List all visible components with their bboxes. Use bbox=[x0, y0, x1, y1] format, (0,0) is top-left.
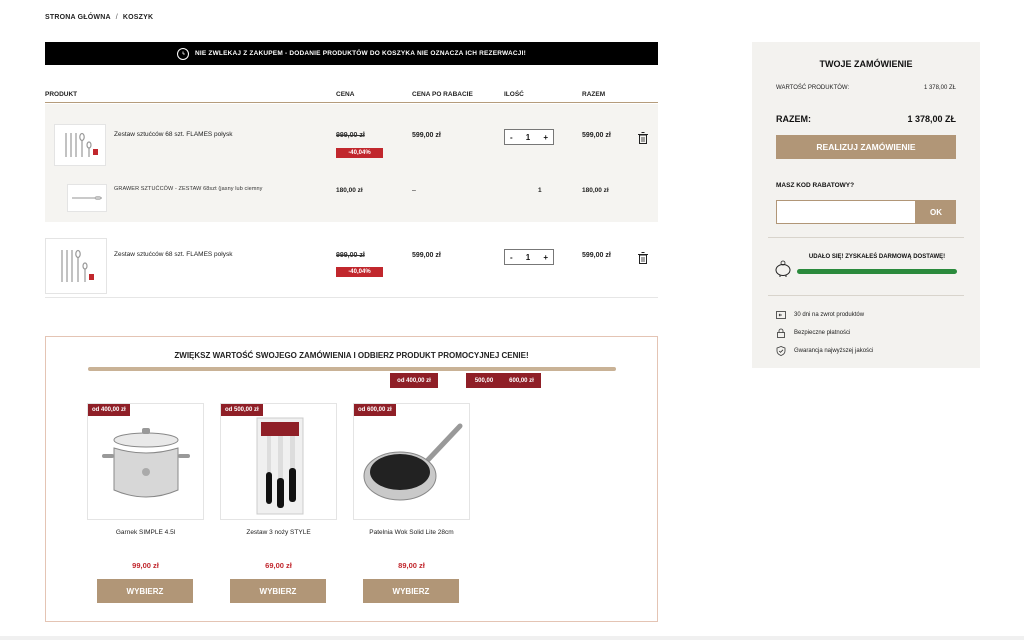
product-thumbnail[interactable] bbox=[54, 124, 106, 166]
qty-plus-button[interactable]: + bbox=[543, 253, 548, 262]
promo-product-price: 99,00 zł bbox=[132, 561, 159, 570]
coupon-input[interactable] bbox=[776, 200, 916, 224]
breadcrumb-current: KOSZYK bbox=[122, 14, 154, 21]
threshold-marker-500: 500,00 bbox=[466, 373, 502, 388]
discount-badge: -40,04% bbox=[336, 267, 383, 277]
cutlery-image bbox=[65, 132, 98, 157]
order-summary: TWOJE ZAMÓWIENIE WARTOŚĆ PRODUKTÓW: 1 37… bbox=[752, 42, 980, 368]
shield-check-icon bbox=[776, 346, 786, 356]
promo-product-price: 89,00 zł bbox=[398, 561, 425, 570]
promo-progress-bar bbox=[88, 367, 616, 371]
promo-title: ZWIĘKSZ WARTOŚĆ SWOJEGO ZAMÓWIENIA I ODB… bbox=[174, 351, 529, 360]
quantity-stepper: - 1 + bbox=[504, 129, 554, 145]
engraving-name: GRAWER SZTUĆCÓW - ZESTAW 68szt (jasny lu… bbox=[114, 186, 263, 192]
promo-threshold-badge: od 500,00 zł bbox=[221, 404, 263, 416]
header-total: RAZEM bbox=[582, 91, 606, 98]
coupon-label: MASZ KOD RABATOWY? bbox=[776, 182, 855, 189]
promo-section: ZWIĘKSZ WARTOŚĆ SWOJEGO ZAMÓWIENIA I ODB… bbox=[45, 336, 658, 622]
feature-quality-guarantee-text: Gwarancja najwyższej jakości bbox=[794, 348, 874, 354]
cart-item-discount-price: 599,00 zł bbox=[412, 252, 441, 259]
breadcrumb-home[interactable]: STRONA GŁÓWNA bbox=[45, 14, 111, 21]
wok-image bbox=[363, 423, 463, 501]
engraving-thumbnail bbox=[67, 184, 107, 212]
promo-threshold-badge: od 600,00 zł bbox=[354, 404, 396, 416]
footer-divider bbox=[0, 636, 1024, 640]
engraving-price: 180,00 zł bbox=[336, 187, 363, 194]
feature-quality-guarantee: Gwarancja najwyższej jakości bbox=[776, 346, 873, 356]
engraving-discount-price: – bbox=[412, 187, 416, 194]
lock-icon bbox=[777, 328, 785, 338]
free-shipping-text: UDAŁO SIĘ! ZYSKAŁEŚ DARMOWĄ DOSTAWĘ! bbox=[808, 254, 946, 260]
promo-threshold-badge: od 400,00 zł bbox=[88, 404, 130, 416]
cart-item-old-price: 999,00 zł bbox=[336, 252, 365, 259]
header-price: CENA bbox=[336, 91, 355, 98]
discount-badge: -40,04% bbox=[336, 148, 383, 158]
products-value-label: WARTOŚĆ PRODUKTÓW: bbox=[776, 85, 850, 91]
engraving-qty: 1 bbox=[538, 187, 542, 194]
coupon-submit-button[interactable]: OK bbox=[916, 200, 956, 224]
qty-minus-button[interactable]: - bbox=[510, 253, 513, 262]
threshold-marker-600: 600,00 zł bbox=[502, 373, 541, 388]
cart-item-group: Zestaw sztućców 68 szt. FLAMES połysk 99… bbox=[45, 104, 658, 222]
summary-title: TWOJE ZAMÓWIENIE bbox=[819, 59, 913, 69]
feature-returns-text: 30 dni na zwrot produktów bbox=[794, 312, 865, 318]
pot-image bbox=[102, 428, 190, 498]
header-qty: ILOŚĆ bbox=[504, 91, 524, 98]
total-row: RAZEM: 1 378,00 ZŁ bbox=[776, 114, 956, 124]
cart-item-name[interactable]: Zestaw sztućców 68 szt. FLAMES połysk bbox=[114, 131, 232, 138]
promo-product-name[interactable]: Zestaw 3 noży STYLE bbox=[220, 529, 337, 536]
engraving-total: 180,00 zł bbox=[582, 187, 609, 194]
place-order-button[interactable]: REALIZUJ ZAMÓWIENIE bbox=[776, 135, 956, 159]
total-label: RAZEM: bbox=[776, 114, 811, 124]
qty-value[interactable]: 1 bbox=[526, 133, 530, 142]
cart-item-discount-price: 599,00 zł bbox=[412, 132, 441, 139]
free-shipping-progress-bar bbox=[797, 269, 957, 274]
cart-item-old-price: 999,00 zł bbox=[336, 132, 365, 139]
header-product: PRODUKT bbox=[45, 91, 78, 98]
promo-product-card[interactable]: od 500,00 zł bbox=[220, 403, 337, 520]
feature-secure-payments: Bezpieczne płatności bbox=[776, 328, 850, 338]
choose-button[interactable]: WYBIERZ bbox=[97, 579, 193, 603]
promo-product-card[interactable]: od 400,00 zł bbox=[87, 403, 204, 520]
header-discount-price: CENA PO RABACIE bbox=[412, 91, 473, 98]
products-value-row: WARTOŚĆ PRODUKTÓW: 1 378,00 ZŁ bbox=[776, 85, 956, 91]
qty-minus-button[interactable]: - bbox=[510, 133, 513, 142]
divider bbox=[768, 295, 964, 296]
promo-product-card[interactable]: od 600,00 zł bbox=[353, 403, 470, 520]
cart-item-name[interactable]: Zestaw sztućców 68 szt. FLAMES połysk bbox=[114, 251, 232, 258]
trash-icon[interactable] bbox=[638, 252, 648, 264]
qty-plus-button[interactable]: + bbox=[543, 133, 548, 142]
breadcrumb: STRONA GŁÓWNA / KOSZYK bbox=[45, 14, 153, 21]
cutlery-image bbox=[61, 249, 94, 282]
feature-secure-payments-text: Bezpieczne płatności bbox=[794, 330, 851, 336]
qty-value[interactable]: 1 bbox=[526, 253, 530, 262]
breadcrumb-separator: / bbox=[115, 14, 118, 21]
engraved-cutlery-image bbox=[72, 196, 102, 201]
feature-returns: 30 dni na zwrot produktów bbox=[776, 310, 864, 320]
products-value: 1 378,00 ZŁ bbox=[923, 85, 956, 91]
promo-product-price: 69,00 zł bbox=[265, 561, 292, 570]
threshold-marker-400: od 400,00 zł bbox=[390, 373, 438, 388]
reservation-banner: NIE ZWLEKAJ Z ZAKUPEM - DODANIE PRODUKTÓ… bbox=[45, 42, 658, 65]
cart-item-total: 599,00 zł bbox=[582, 132, 611, 139]
promo-product-name[interactable]: Patelnia Wok Solid Lite 28cm bbox=[353, 529, 470, 536]
divider bbox=[768, 237, 964, 238]
cart-item-total: 599,00 zł bbox=[582, 252, 611, 259]
choose-button[interactable]: WYBIERZ bbox=[363, 579, 459, 603]
banner-text: NIE ZWLEKAJ Z ZAKUPEM - DODANIE PRODUKTÓ… bbox=[194, 50, 526, 57]
promo-product-name[interactable]: Garnek SIMPLE 4.5l bbox=[87, 529, 204, 536]
piggy-bank-icon bbox=[775, 260, 791, 277]
clock-icon bbox=[176, 47, 189, 60]
choose-button[interactable]: WYBIERZ bbox=[230, 579, 326, 603]
cart-table-header: PRODUKT CENA CENA PO RABACIE ILOŚĆ RAZEM bbox=[45, 90, 658, 103]
trash-icon[interactable] bbox=[638, 132, 648, 144]
quantity-stepper: - 1 + bbox=[504, 249, 554, 265]
product-thumbnail[interactable] bbox=[45, 238, 107, 294]
knives-image bbox=[256, 417, 304, 515]
cart-item: Zestaw sztućców 68 szt. FLAMES połysk 99… bbox=[45, 232, 658, 298]
return-icon bbox=[776, 311, 786, 319]
total-value: 1 378,00 ZŁ bbox=[907, 114, 956, 124]
